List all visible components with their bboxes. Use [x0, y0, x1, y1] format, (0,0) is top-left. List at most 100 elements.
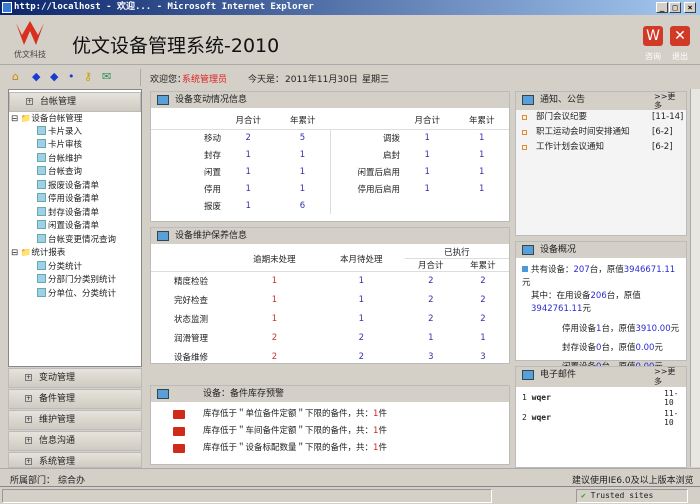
- tree-item[interactable]: 闲置设备清单: [37, 219, 99, 231]
- table-row: 润滑管理 2 2 1 1: [151, 329, 509, 348]
- mail-item[interactable]: 1 wqer 11-10: [516, 389, 686, 407]
- tree-folder-ledger[interactable]: ⊟ 📁设备台帐管理: [11, 112, 82, 124]
- table-row: 设备维修 2 2 3 3: [151, 348, 509, 367]
- table-cell: 1: [275, 146, 331, 163]
- tree-item[interactable]: 台帐变更情况查询: [37, 233, 116, 245]
- app-header: 优文科技 优文设备管理系统-2010 W ✕ 咨询 退出: [0, 15, 700, 65]
- logo-text: 优文科技: [14, 50, 46, 59]
- help-button[interactable]: W: [643, 26, 663, 46]
- notice-item[interactable]: 职工运动会时间安排通知 [6-2]: [516, 125, 686, 140]
- home-icon[interactable]: ⌂: [12, 70, 19, 83]
- table-cell: 2: [480, 276, 486, 287]
- equipment-total: 共有设备：207台，原值3946671.11元: [522, 265, 676, 288]
- bullet-icon: [522, 115, 527, 120]
- warning-icon: [173, 427, 185, 436]
- sidebar: + 台帐管理 ⊟ 📁设备台帐管理 卡片录入 卡片审核 台帐维护 台帐查询 报废设备…: [8, 89, 142, 367]
- table-row: 停用 1 1 停用后启用 1 1: [151, 180, 509, 197]
- sidebar-section-communication[interactable]: + 信息沟通: [8, 431, 142, 451]
- table-cell: 1: [479, 183, 485, 194]
- table-cell: 5: [275, 129, 331, 146]
- ie-icon: [2, 2, 12, 13]
- table-cell: 启封: [382, 150, 400, 161]
- tree-item[interactable]: 台帐维护: [37, 152, 82, 164]
- change-table: 月合计 年累计 月合计 年累计 移动 2 5 调拨 1 1 封存 1 1 启封 1 1 闲置 1 1 闲置后启用 1 1…: [151, 112, 509, 214]
- equipment-overview-panel: 设备概况 共有设备：207台，原值3946671.11元 其中：在用设备206台…: [515, 241, 687, 372]
- table-cell: 1: [428, 333, 434, 343]
- table-cell: 移动: [203, 133, 221, 144]
- tree-folder-reports[interactable]: ⊟ 📁统计报表: [11, 246, 65, 258]
- table-cell: 1: [245, 149, 251, 160]
- tree-item[interactable]: 封存设备清单: [37, 206, 99, 218]
- table-cell: 1: [358, 295, 364, 305]
- check-icon: ✔: [581, 491, 586, 500]
- stock-warning-item[interactable]: 库存低于＂车间备件定额＂下限的备件，共：1件: [151, 423, 509, 440]
- warning-icon: [173, 410, 185, 419]
- table-cell: 1: [271, 276, 278, 287]
- table-cell: 2: [480, 314, 486, 324]
- table-cell: 1: [479, 132, 485, 143]
- minimize-button[interactable]: _: [656, 2, 668, 13]
- table-cell: [400, 197, 455, 214]
- stock-warning-item[interactable]: 库存低于＂单位备件定额＂下限的备件，共：1件: [151, 406, 509, 423]
- table-cell: 封存: [203, 150, 221, 161]
- stock-warning-item[interactable]: 库存低于＂设备标配数量＂下限的备件，共：1件: [151, 440, 509, 457]
- tree-item[interactable]: 报废设备清单: [37, 179, 99, 191]
- tree-item[interactable]: 分类统计: [37, 260, 82, 272]
- panel-header: 设备变动情况信息: [151, 92, 509, 108]
- key-icon[interactable]: ⚷: [84, 70, 92, 83]
- table-cell: 闲置: [203, 167, 221, 178]
- equipment-sealed: 封存设备0台，原值0.00元: [562, 343, 663, 353]
- table-cell: 1: [245, 200, 251, 211]
- monitor-icon: [157, 231, 169, 241]
- tree-item[interactable]: 台帐查询: [37, 165, 82, 177]
- table-row: 封存 1 1 启封 1 1: [151, 146, 509, 163]
- table-cell: 完好检查: [173, 296, 208, 306]
- notice-item[interactable]: 工作计划会议通知 [6-2]: [516, 140, 686, 155]
- sidebar-section-ledger[interactable]: + 台帐管理: [9, 92, 141, 112]
- back-icon[interactable]: ◆: [32, 70, 40, 83]
- notice-more-link[interactable]: >>更多: [654, 92, 676, 110]
- sidebar-section-parts[interactable]: + 备件管理: [8, 389, 142, 409]
- table-cell: 1: [424, 183, 430, 194]
- dept-label: 所属部门：: [10, 476, 56, 486]
- tree-item[interactable]: 卡片审核: [37, 138, 82, 150]
- maintenance-panel: 设备维护保养信息 逾期未处理 本月待处理 已执行 月合计 年累计 精度检验 1 1 2 2 完好…: [150, 227, 510, 364]
- sidebar-section-system[interactable]: + 系统管理: [8, 452, 142, 468]
- tree-item[interactable]: 分部门分类别统计: [37, 273, 116, 285]
- table-cell: 1: [479, 166, 485, 177]
- refresh-icon[interactable]: •: [68, 70, 75, 83]
- table-cell: 1: [358, 276, 364, 287]
- vertical-scrollbar[interactable]: [690, 89, 700, 467]
- window-titlebar: http://localhost - 欢迎... - Microsoft Int…: [0, 0, 700, 15]
- table-cell: 3: [480, 352, 486, 362]
- table-cell: 1: [479, 149, 485, 160]
- table-row: 完好检查 1 1 2 2: [151, 291, 509, 310]
- exit-button[interactable]: ✕: [670, 26, 690, 46]
- maximize-button[interactable]: □: [669, 2, 681, 13]
- today-label: 今天是：: [248, 75, 285, 85]
- sidebar-section-maintenance[interactable]: + 维护管理: [8, 410, 142, 430]
- ie-status-bar: ✔ Trusted sites: [0, 486, 700, 504]
- mail-more-link[interactable]: >>更多: [654, 367, 676, 387]
- table-cell: 1: [424, 149, 430, 160]
- forward-icon[interactable]: ◆: [50, 70, 58, 83]
- notice-item[interactable]: 部门会议纪要 [11-14]: [516, 110, 686, 125]
- weekday: 星期三: [362, 75, 390, 85]
- toolbar-divider: [140, 69, 141, 86]
- tree-item[interactable]: 停用设备清单: [37, 192, 99, 204]
- table-cell: [330, 197, 400, 214]
- mail-icon[interactable]: ✉: [102, 70, 111, 83]
- table-cell: 调拨: [382, 133, 400, 144]
- table-cell: 闲置后启用: [357, 167, 400, 178]
- mail-item[interactable]: 2 wqer 11-10: [516, 409, 686, 427]
- tree-item[interactable]: 卡片录入: [37, 125, 82, 137]
- mail-icon: [522, 370, 534, 380]
- exit-label: 退出: [672, 52, 688, 61]
- security-zone: ✔ Trusted sites: [576, 489, 688, 503]
- sidebar-section-change[interactable]: + 变动管理: [8, 368, 142, 388]
- monitor-icon: [522, 95, 534, 105]
- close-window-button[interactable]: ×: [684, 2, 696, 13]
- tree-item[interactable]: 分单位、分类统计: [37, 287, 116, 299]
- panel-header: 设备概况: [516, 242, 686, 258]
- help-label: 咨询: [645, 52, 661, 61]
